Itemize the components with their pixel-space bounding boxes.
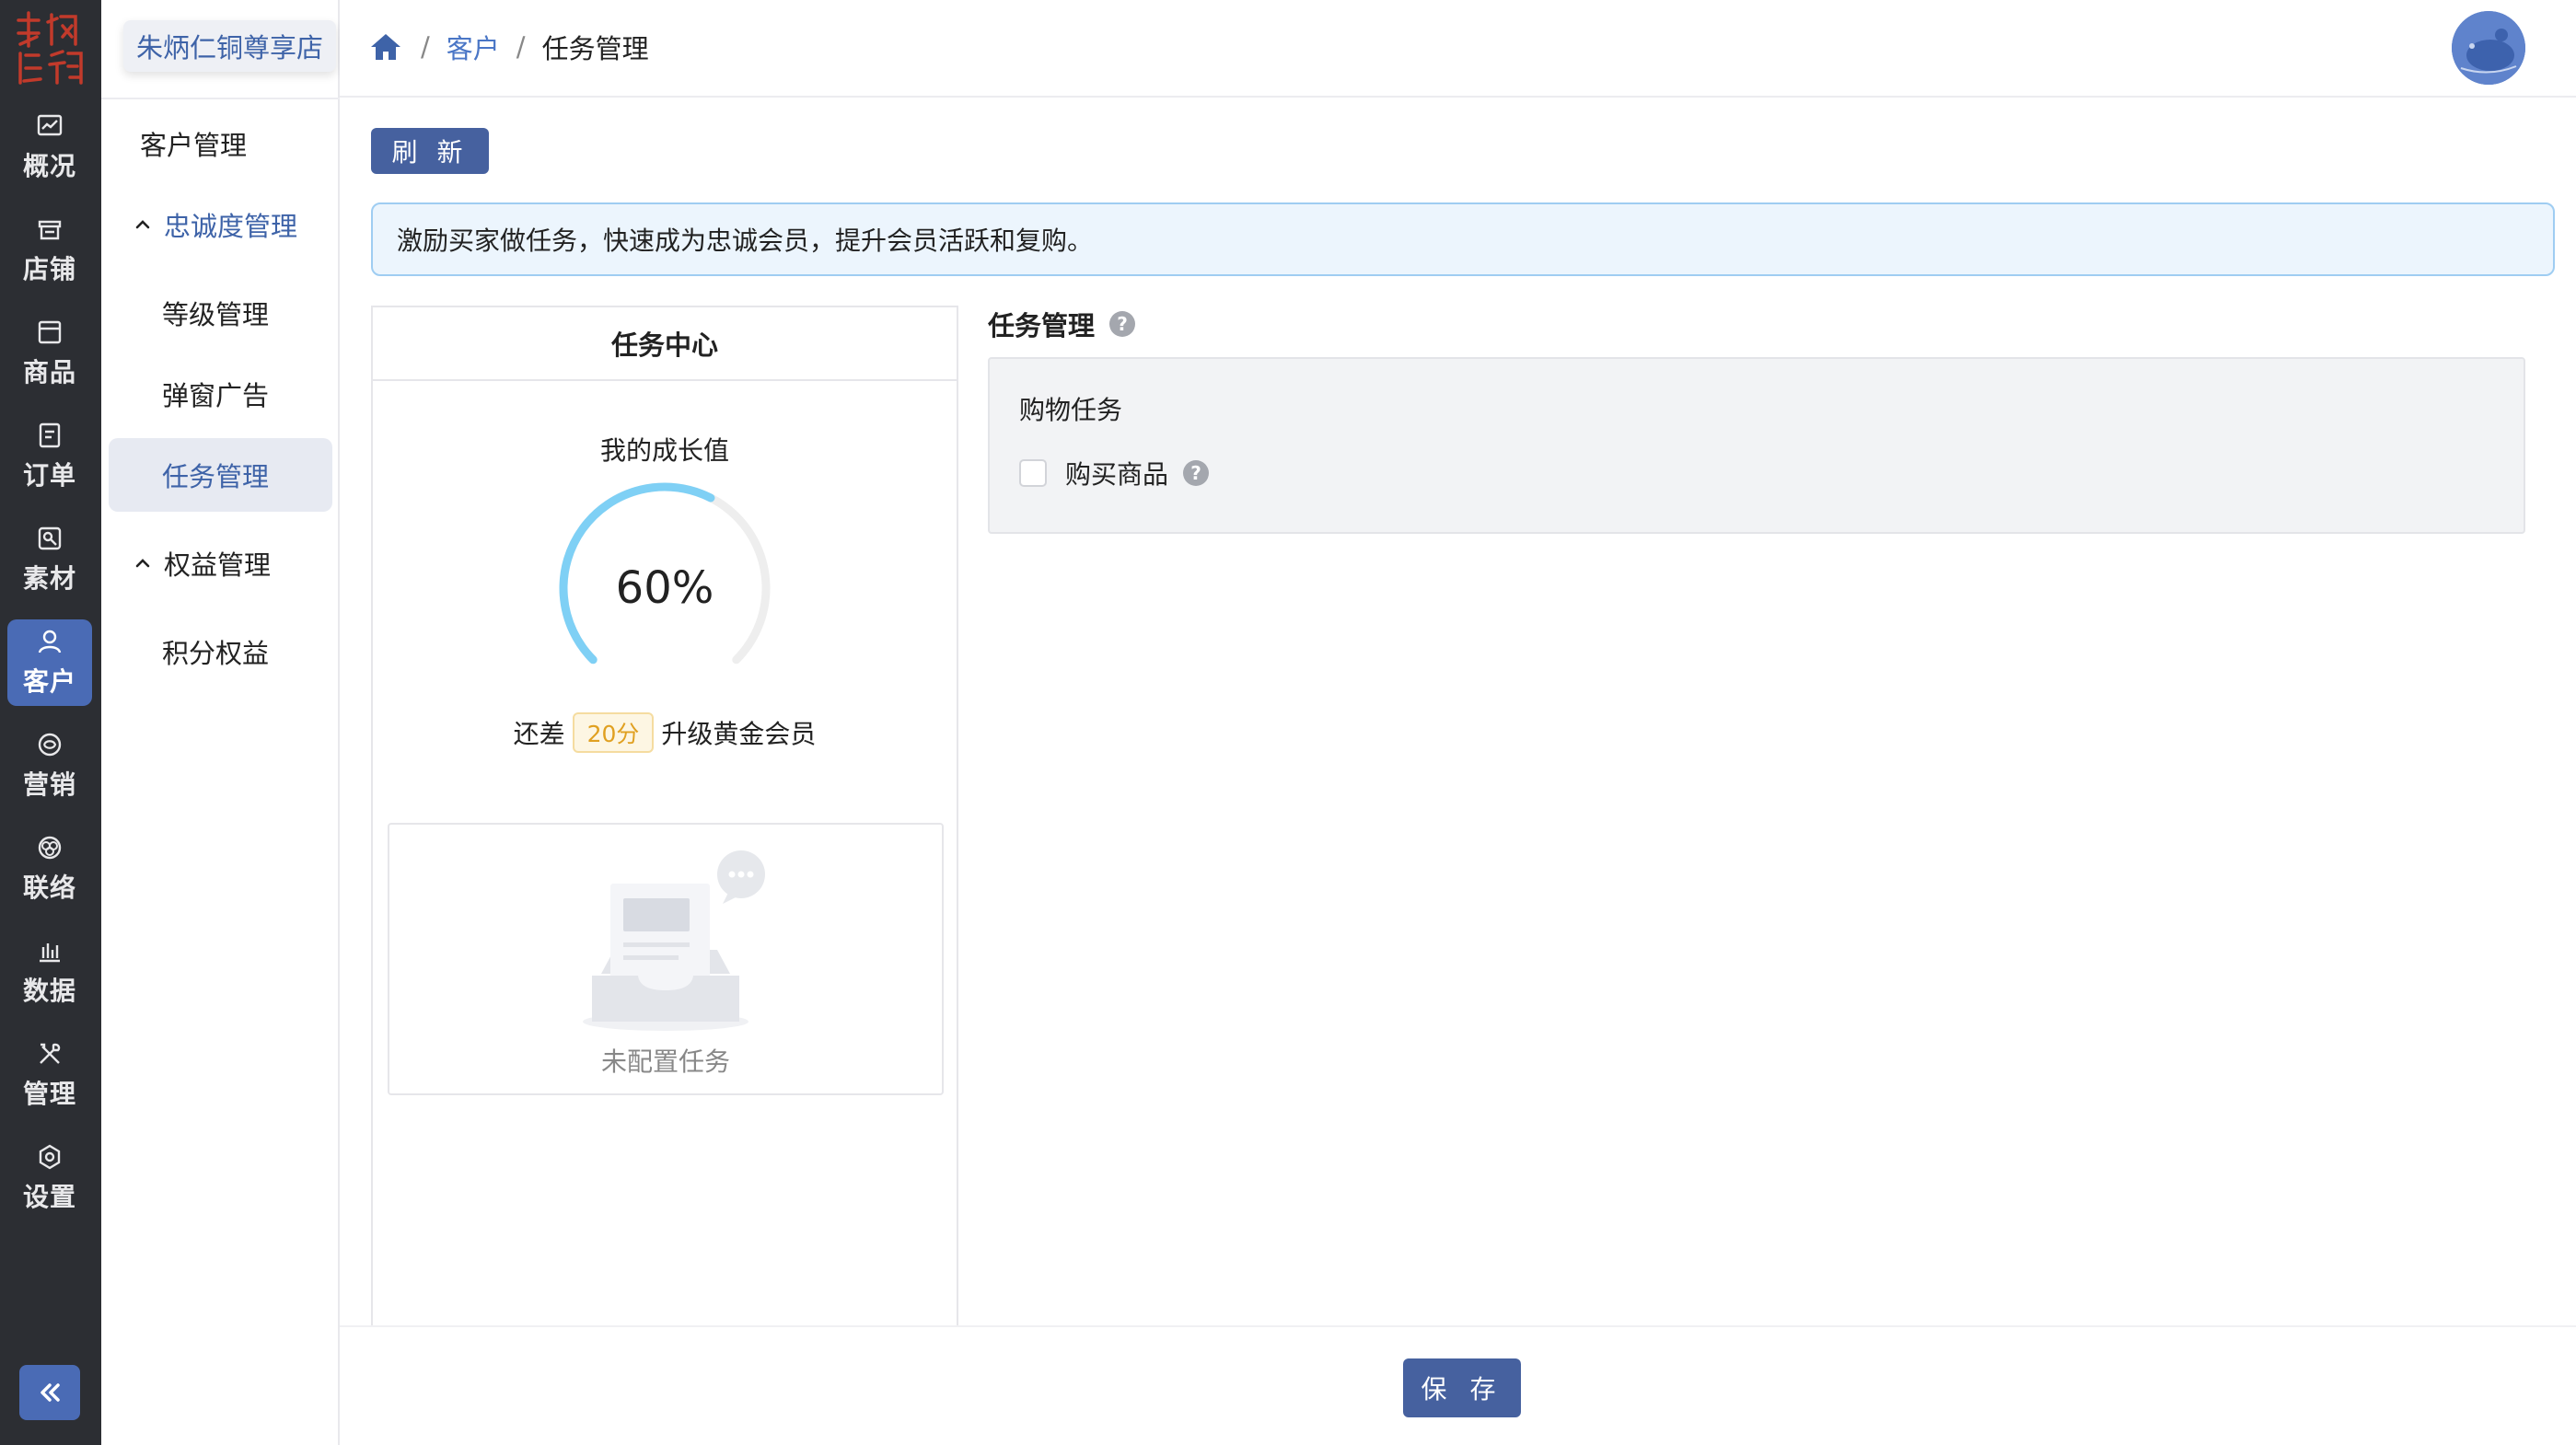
menu-item-level-management[interactable]: 等级管理 — [109, 276, 332, 350]
menu-item-label: 任务管理 — [162, 461, 270, 492]
rail-label: 营销 — [22, 769, 76, 800]
breadcrumb: / 客户 / 任务管理 — [367, 24, 649, 70]
rail-item-orders[interactable]: 订单 — [7, 413, 92, 500]
upgrade-hint: 还差 20分 升级黄金会员 — [373, 712, 957, 753]
rail-item-settings[interactable]: 设置 — [7, 1135, 92, 1221]
help-icon[interactable]: ? — [1183, 460, 1210, 486]
refresh-button[interactable]: 刷 新 — [371, 128, 489, 174]
rail-item-contact[interactable]: 联络 — [7, 826, 92, 912]
main-content: 刷 新 激励买家做任务，快速成为忠诚会员，提升会员活跃和复购。 任务中心 我的成… — [340, 98, 2576, 1445]
section-title: 任务管理 — [988, 310, 1096, 341]
brand-seal-icon — [17, 11, 83, 85]
help-icon[interactable]: ? — [1109, 311, 1136, 337]
rail-item-marketing[interactable]: 营销 — [7, 722, 92, 809]
menu-item-label: 忠诚度管理 — [164, 211, 298, 242]
rail-item-overview[interactable]: 概况 — [7, 104, 92, 191]
store-icon — [38, 220, 62, 240]
task-center-title: 任务中心 — [373, 307, 957, 381]
rail-label: 客户 — [22, 666, 76, 697]
rail-item-store[interactable]: 店铺 — [7, 207, 92, 294]
menu-group-benefits[interactable]: 权益管理 — [109, 526, 332, 600]
top-header: / 客户 / 任务管理 — [340, 0, 2576, 98]
breadcrumb-separator: / — [421, 31, 430, 63]
contact-icon — [38, 836, 62, 860]
task-management-header: 任务管理 ? — [988, 306, 1136, 342]
upgrade-prefix: 还差 — [513, 719, 565, 749]
rail-label: 数据 — [22, 976, 76, 1006]
checkbox-label[interactable]: 购买商品 — [1065, 455, 1168, 491]
collapse-sidebar-button[interactable] — [19, 1365, 80, 1420]
empty-task-panel: 未配置任务 — [388, 823, 944, 1095]
settings-icon — [39, 1144, 61, 1170]
menu-item-popup-ads[interactable]: 弹窗广告 — [109, 357, 332, 431]
box-icon — [38, 320, 62, 344]
menu-item-task-management[interactable]: 任务管理 — [109, 438, 332, 512]
task-group-title: 购物任务 — [1019, 395, 1123, 425]
brand-logo — [9, 7, 90, 88]
upgrade-suffix: 升级黄金会员 — [661, 719, 817, 749]
rail-label: 商品 — [22, 357, 76, 387]
avatar-image — [2452, 11, 2525, 85]
divider — [101, 98, 340, 99]
menu-group-loyalty[interactable]: 忠诚度管理 — [109, 188, 332, 261]
rail-label: 订单 — [22, 460, 76, 491]
breadcrumb-customers[interactable]: 客户 — [447, 28, 500, 66]
rail-label: 店铺 — [22, 254, 76, 284]
empty-state-text: 未配置任务 — [600, 1046, 730, 1077]
menu-item-label: 等级管理 — [162, 299, 270, 330]
rail-item-products[interactable]: 商品 — [7, 310, 92, 397]
app-root: 概况 店铺 商品 订单 素材 客户 营销 联络 数据 管理 设置 朱炳仁铜尊享店… — [0, 0, 2576, 1445]
purchase-task-checkbox[interactable] — [1019, 459, 1047, 487]
task-option-row: 购买商品 ? — [1019, 455, 1210, 491]
points-needed-badge: 20分 — [572, 712, 655, 753]
rail-label: 设置 — [22, 1182, 76, 1212]
rail-item-manage[interactable]: 管理 — [7, 1032, 92, 1118]
breadcrumb-separator: / — [516, 31, 526, 63]
menu-item-customer-management[interactable]: 客户管理 — [109, 107, 332, 180]
order-icon — [39, 422, 61, 448]
growth-label: 我的成长值 — [599, 435, 729, 466]
menu-item-label: 积分权益 — [162, 638, 270, 669]
avatar[interactable] — [2452, 11, 2525, 85]
tools-icon — [40, 1043, 61, 1064]
home-icon[interactable] — [367, 30, 404, 64]
info-notice: 激励买家做任务，快速成为忠诚会员，提升会员活跃和复购。 — [371, 202, 2555, 276]
empty-inbox-icon — [583, 850, 765, 1031]
menu-item-label: 弹窗广告 — [162, 380, 270, 411]
rail-label: 联络 — [22, 873, 76, 903]
image-icon — [38, 526, 62, 550]
chart-icon — [37, 114, 63, 136]
rail-label: 概况 — [22, 151, 76, 181]
rail-label: 管理 — [22, 1079, 76, 1109]
menu-item-label: 权益管理 — [164, 549, 272, 581]
save-button[interactable]: 保 存 — [1403, 1358, 1521, 1417]
user-icon — [38, 630, 62, 653]
rail-item-customers[interactable]: 客户 — [7, 619, 92, 706]
action-footer: 保 存 — [340, 1325, 2576, 1445]
double-chevron-left-icon — [41, 1383, 60, 1402]
rail-item-assets[interactable]: 素材 — [7, 516, 92, 603]
marketing-icon — [38, 733, 62, 757]
chevron-up-icon — [135, 220, 150, 229]
rail-item-data[interactable]: 数据 — [7, 929, 92, 1015]
shopping-task-panel: 购物任务 购买商品 ? — [988, 357, 2525, 534]
task-center-card: 任务中心 我的成长值 60% 还差 20分 升级黄金会员 未配置任务 — [371, 306, 958, 1445]
primary-nav: 概况 店铺 商品 订单 素材 客户 营销 联络 数据 管理 设置 — [0, 0, 101, 1445]
breadcrumb-current: 任务管理 — [541, 33, 649, 64]
bar-chart-icon — [40, 943, 60, 963]
chevron-up-icon — [135, 559, 150, 568]
menu-item-label: 客户管理 — [140, 130, 248, 161]
secondary-menu: 朱炳仁铜尊享店 客户管理 忠诚度管理 等级管理 弹窗广告 任务管理 权益管理 积… — [101, 0, 340, 1445]
rail-label: 素材 — [22, 563, 76, 594]
store-switcher[interactable]: 朱炳仁铜尊享店 — [123, 20, 337, 72]
progress-value: 60% — [615, 562, 714, 614]
menu-item-points-benefits[interactable]: 积分权益 — [109, 615, 332, 688]
